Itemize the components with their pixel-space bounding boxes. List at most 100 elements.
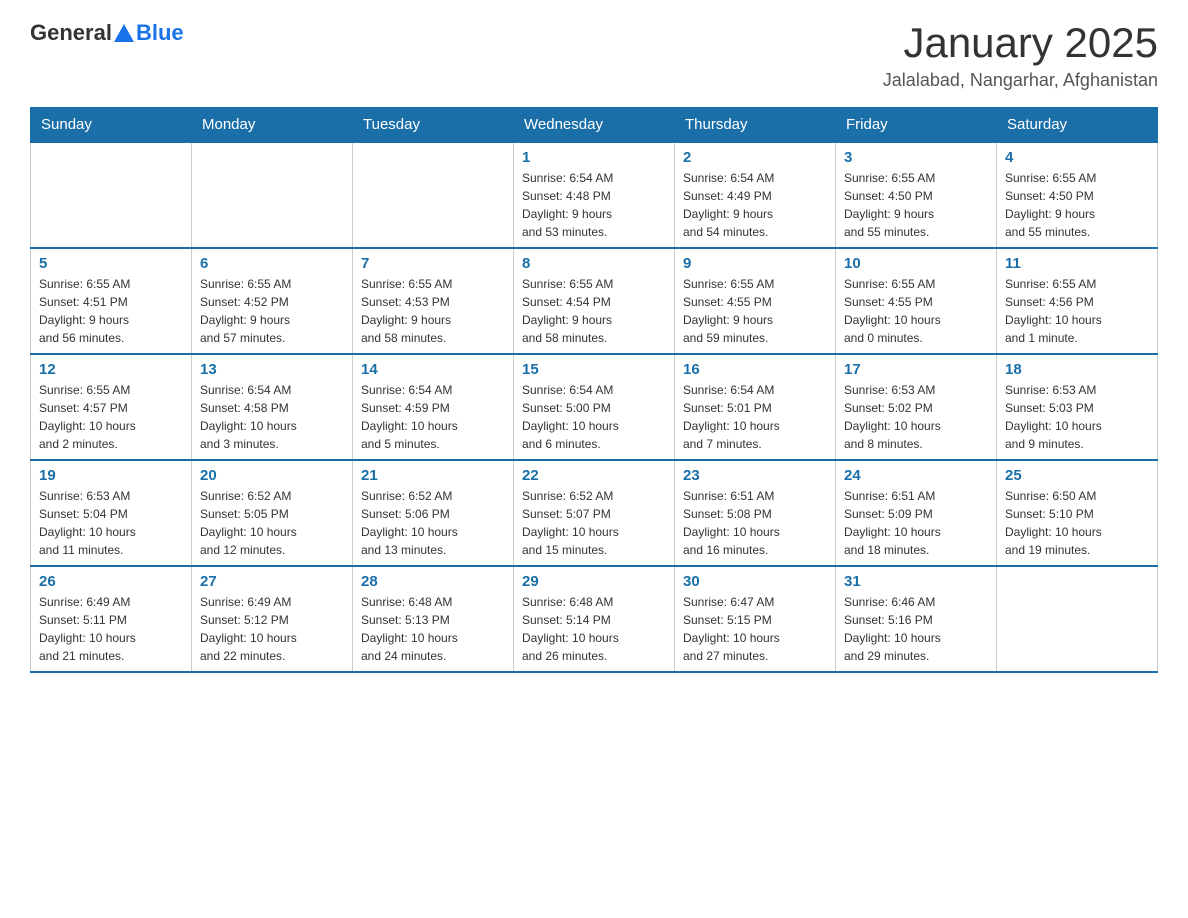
header-cell-friday: Friday <box>836 108 997 143</box>
day-info: Sunrise: 6:55 AM Sunset: 4:55 PM Dayligh… <box>683 275 827 347</box>
day-info: Sunrise: 6:54 AM Sunset: 4:48 PM Dayligh… <box>522 169 666 241</box>
day-cell: 11Sunrise: 6:55 AM Sunset: 4:56 PM Dayli… <box>997 248 1158 354</box>
day-number: 14 <box>361 361 505 378</box>
day-info: Sunrise: 6:49 AM Sunset: 5:12 PM Dayligh… <box>200 593 344 665</box>
day-number: 3 <box>844 149 988 166</box>
day-cell: 21 Sunrise: 6:52 AM Sunset: 5:06 PM Dayli… <box>353 460 514 566</box>
day-cell: 18Sunrise: 6:53 AM Sunset: 5:03 PM Dayli… <box>997 354 1158 460</box>
day-number: 24 <box>844 467 988 484</box>
month-title: January 2025 <box>883 20 1158 66</box>
day-number: 1 <box>522 149 666 166</box>
header-cell-sunday: Sunday <box>31 108 192 143</box>
day-number: 7 <box>361 255 505 272</box>
day-info: Sunrise: 6:55 AM Sunset: 4:53 PM Dayligh… <box>361 275 505 347</box>
day-number: 12 <box>39 361 183 378</box>
day-info: Sunrise: 6:53 AM Sunset: 5:02 PM Dayligh… <box>844 381 988 453</box>
calendar-table: SundayMondayTuesdayWednesdayThursdayFrid… <box>30 107 1158 673</box>
day-info: Sunrise: 6:51 AM Sunset: 5:09 PM Dayligh… <box>844 487 988 559</box>
header-cell-saturday: Saturday <box>997 108 1158 143</box>
day-number: 9 <box>683 255 827 272</box>
week-row-1: 1 Sunrise: 6:54 AM Sunset: 4:48 PM Daylig… <box>31 142 1158 248</box>
day-number: 13 <box>200 361 344 378</box>
logo-triangle-icon <box>114 24 134 42</box>
calendar-header: SundayMondayTuesdayWednesdayThursdayFrid… <box>31 108 1158 143</box>
day-info: Sunrise: 6:46 AM Sunset: 5:16 PM Dayligh… <box>844 593 988 665</box>
day-number: 8 <box>522 255 666 272</box>
week-row-5: 26 Sunrise: 6:49 AM Sunset: 5:11 PM Dayli… <box>31 566 1158 672</box>
day-info: Sunrise: 6:55 AM Sunset: 4:54 PM Dayligh… <box>522 275 666 347</box>
day-number: 15 <box>522 361 666 378</box>
day-number: 6 <box>200 255 344 272</box>
page-header: General Blue January 2025 Jalalabad, Nan… <box>30 20 1158 91</box>
day-cell: 9 Sunrise: 6:55 AM Sunset: 4:55 PM Daylig… <box>675 248 836 354</box>
day-cell: 29 Sunrise: 6:48 AM Sunset: 5:14 PM Dayli… <box>514 566 675 672</box>
day-number: 11 <box>1005 255 1149 272</box>
day-cell <box>192 142 353 248</box>
week-row-2: 5 Sunrise: 6:55 AM Sunset: 4:51 PM Daylig… <box>31 248 1158 354</box>
header-cell-tuesday: Tuesday <box>353 108 514 143</box>
day-number: 25 <box>1005 467 1149 484</box>
day-info: Sunrise: 6:48 AM Sunset: 5:13 PM Dayligh… <box>361 593 505 665</box>
day-info: Sunrise: 6:51 AM Sunset: 5:08 PM Dayligh… <box>683 487 827 559</box>
calendar-body: 1 Sunrise: 6:54 AM Sunset: 4:48 PM Daylig… <box>31 142 1158 672</box>
day-number: 17 <box>844 361 988 378</box>
day-info: Sunrise: 6:55 AM Sunset: 4:51 PM Dayligh… <box>39 275 183 347</box>
day-cell: 10 Sunrise: 6:55 AM Sunset: 4:55 PM Dayli… <box>836 248 997 354</box>
day-number: 28 <box>361 573 505 590</box>
day-cell: 15 Sunrise: 6:54 AM Sunset: 5:00 PM Dayli… <box>514 354 675 460</box>
day-cell: 1 Sunrise: 6:54 AM Sunset: 4:48 PM Daylig… <box>514 142 675 248</box>
day-cell: 27Sunrise: 6:49 AM Sunset: 5:12 PM Dayli… <box>192 566 353 672</box>
week-row-3: 12 Sunrise: 6:55 AM Sunset: 4:57 PM Dayli… <box>31 354 1158 460</box>
header-cell-thursday: Thursday <box>675 108 836 143</box>
day-cell: 24 Sunrise: 6:51 AM Sunset: 5:09 PM Dayli… <box>836 460 997 566</box>
logo: General Blue <box>30 20 184 46</box>
day-number: 29 <box>522 573 666 590</box>
day-info: Sunrise: 6:48 AM Sunset: 5:14 PM Dayligh… <box>522 593 666 665</box>
day-info: Sunrise: 6:54 AM Sunset: 5:00 PM Dayligh… <box>522 381 666 453</box>
day-cell: 8 Sunrise: 6:55 AM Sunset: 4:54 PM Daylig… <box>514 248 675 354</box>
day-number: 19 <box>39 467 183 484</box>
day-number: 22 <box>522 467 666 484</box>
day-cell: 16Sunrise: 6:54 AM Sunset: 5:01 PM Dayli… <box>675 354 836 460</box>
day-info: Sunrise: 6:55 AM Sunset: 4:50 PM Dayligh… <box>1005 169 1149 241</box>
day-cell: 25Sunrise: 6:50 AM Sunset: 5:10 PM Dayli… <box>997 460 1158 566</box>
header-cell-monday: Monday <box>192 108 353 143</box>
day-cell: 7 Sunrise: 6:55 AM Sunset: 4:53 PM Daylig… <box>353 248 514 354</box>
day-info: Sunrise: 6:55 AM Sunset: 4:50 PM Dayligh… <box>844 169 988 241</box>
day-number: 23 <box>683 467 827 484</box>
day-number: 10 <box>844 255 988 272</box>
day-cell: 2 Sunrise: 6:54 AM Sunset: 4:49 PM Daylig… <box>675 142 836 248</box>
day-number: 30 <box>683 573 827 590</box>
day-cell: 23 Sunrise: 6:51 AM Sunset: 5:08 PM Dayli… <box>675 460 836 566</box>
day-cell: 26 Sunrise: 6:49 AM Sunset: 5:11 PM Dayli… <box>31 566 192 672</box>
day-info: Sunrise: 6:52 AM Sunset: 5:06 PM Dayligh… <box>361 487 505 559</box>
day-number: 31 <box>844 573 988 590</box>
day-info: Sunrise: 6:55 AM Sunset: 4:57 PM Dayligh… <box>39 381 183 453</box>
day-cell <box>353 142 514 248</box>
day-cell <box>997 566 1158 672</box>
day-info: Sunrise: 6:55 AM Sunset: 4:55 PM Dayligh… <box>844 275 988 347</box>
day-cell: 13 Sunrise: 6:54 AM Sunset: 4:58 PM Dayli… <box>192 354 353 460</box>
day-number: 26 <box>39 573 183 590</box>
day-cell: 19 Sunrise: 6:53 AM Sunset: 5:04 PM Dayli… <box>31 460 192 566</box>
day-info: Sunrise: 6:54 AM Sunset: 4:49 PM Dayligh… <box>683 169 827 241</box>
day-cell: 28 Sunrise: 6:48 AM Sunset: 5:13 PM Dayli… <box>353 566 514 672</box>
day-info: Sunrise: 6:53 AM Sunset: 5:04 PM Dayligh… <box>39 487 183 559</box>
header-row: SundayMondayTuesdayWednesdayThursdayFrid… <box>31 108 1158 143</box>
day-info: Sunrise: 6:55 AM Sunset: 4:52 PM Dayligh… <box>200 275 344 347</box>
day-cell: 3 Sunrise: 6:55 AM Sunset: 4:50 PM Daylig… <box>836 142 997 248</box>
day-info: Sunrise: 6:49 AM Sunset: 5:11 PM Dayligh… <box>39 593 183 665</box>
header-cell-wednesday: Wednesday <box>514 108 675 143</box>
day-cell: 17 Sunrise: 6:53 AM Sunset: 5:02 PM Dayli… <box>836 354 997 460</box>
day-number: 21 <box>361 467 505 484</box>
day-info: Sunrise: 6:54 AM Sunset: 5:01 PM Dayligh… <box>683 381 827 453</box>
day-cell: 30Sunrise: 6:47 AM Sunset: 5:15 PM Dayli… <box>675 566 836 672</box>
day-number: 2 <box>683 149 827 166</box>
day-info: Sunrise: 6:54 AM Sunset: 4:58 PM Dayligh… <box>200 381 344 453</box>
day-number: 5 <box>39 255 183 272</box>
day-cell: 14 Sunrise: 6:54 AM Sunset: 4:59 PM Dayli… <box>353 354 514 460</box>
day-cell: 20Sunrise: 6:52 AM Sunset: 5:05 PM Dayli… <box>192 460 353 566</box>
day-info: Sunrise: 6:54 AM Sunset: 4:59 PM Dayligh… <box>361 381 505 453</box>
logo-general-text: General <box>30 20 112 46</box>
day-cell: 5 Sunrise: 6:55 AM Sunset: 4:51 PM Daylig… <box>31 248 192 354</box>
